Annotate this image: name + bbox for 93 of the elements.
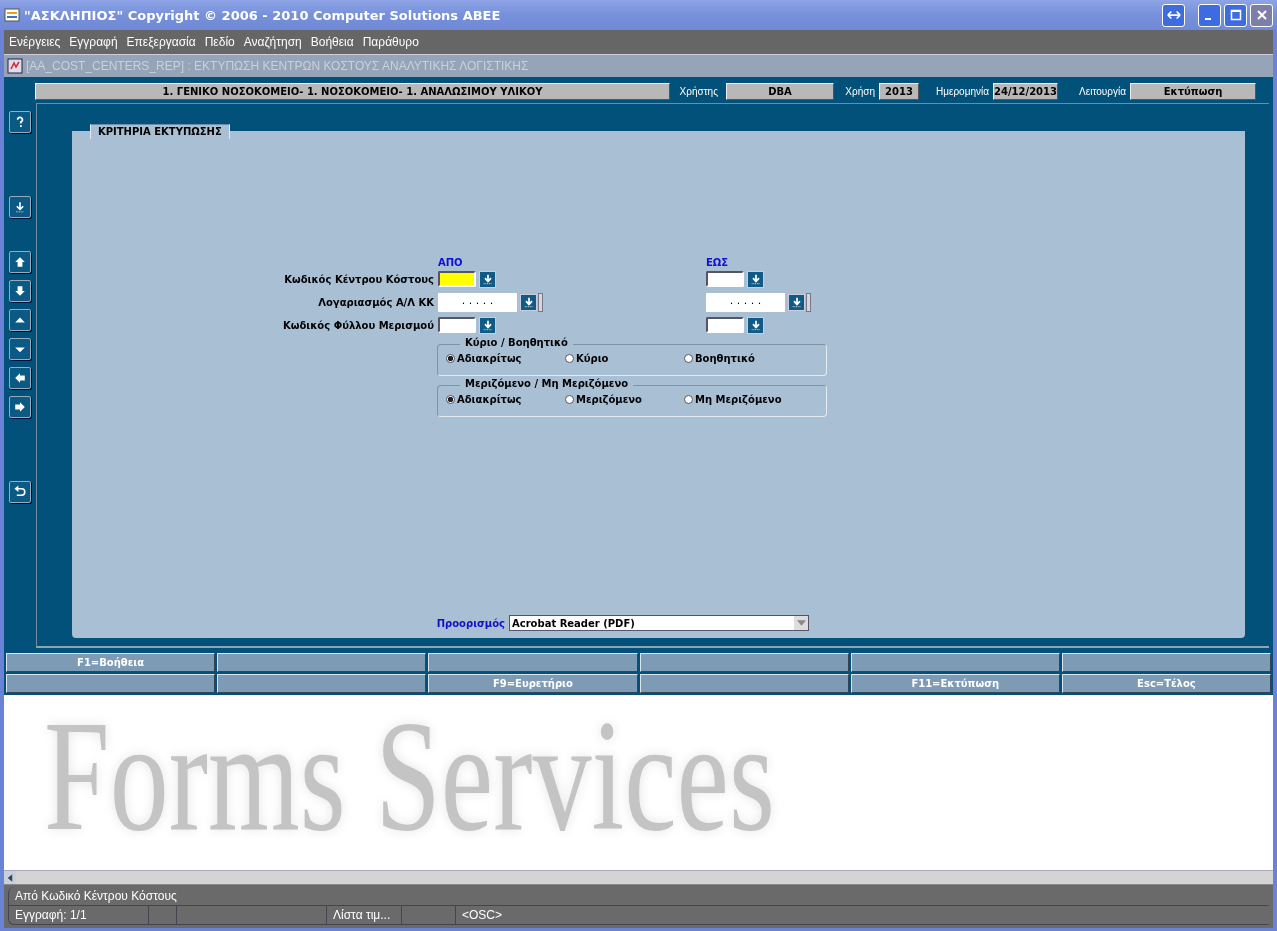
menu-item[interactable]: Βοήθεια	[309, 35, 355, 49]
field-label: Κωδικός Κέντρου Κόστους	[283, 273, 434, 285]
list-button[interactable]	[520, 293, 537, 311]
download-arrow-icon	[481, 319, 494, 331]
download-arrow-icon	[749, 273, 762, 285]
function-key-button[interactable]: F9=Ευρετήριο	[428, 674, 638, 693]
toolbar-button[interactable]	[9, 111, 31, 133]
resize-button[interactable]	[1162, 3, 1185, 27]
menu-item[interactable]: Αναζήτηση	[242, 35, 303, 49]
menu-item[interactable]: Πεδίο	[203, 35, 236, 49]
list-button[interactable]	[747, 270, 764, 288]
dropdown-caret-icon	[796, 620, 806, 626]
blank-key-button[interactable]	[217, 674, 427, 693]
header-field: 24/12/2013	[993, 82, 1058, 100]
list-hint: Λίστα τιμ...	[327, 906, 402, 924]
minimize-icon	[1204, 18, 1211, 20]
radio-option[interactable]: Μεριζόμενο	[565, 394, 684, 405]
scroll-handle[interactable]	[806, 292, 811, 312]
toolbar-button[interactable]	[9, 367, 31, 389]
toolbar-button[interactable]	[9, 481, 31, 503]
list-button[interactable]	[479, 316, 496, 334]
radio-option[interactable]: Βοηθητικό	[684, 353, 803, 364]
group-title: Μεριζόμενο / Μη Μεριζόμενο	[460, 378, 634, 389]
menu-item[interactable]: Παράθυρο	[361, 35, 420, 49]
menu-item[interactable]: Επεξεργασία	[125, 35, 197, 49]
radio-option[interactable]: Αδιακρίτως	[446, 353, 565, 364]
radio-option[interactable]: Κύριο	[565, 353, 684, 364]
menu-item[interactable]: Ενέργειες	[8, 35, 62, 49]
close-icon	[1255, 9, 1268, 21]
blank-key-button[interactable]	[6, 674, 216, 693]
window-title: "ΑΣΚΛΗΠΙΟΣ" Copyright © 2006 - 2010 Computer Solutions ΑΒΕΕ	[24, 7, 501, 23]
form-icon	[7, 58, 23, 74]
left-triangle-icon	[7, 873, 13, 882]
toolbar-button[interactable]	[9, 309, 31, 331]
scroll-handle[interactable]	[538, 292, 543, 312]
app-icon	[4, 7, 20, 23]
field-label: Χρήστης	[678, 85, 719, 97]
column-heading: ΕΩΣ	[706, 257, 730, 268]
blank-key-button[interactable]	[428, 653, 638, 672]
blank-key-button[interactable]	[217, 653, 427, 672]
list-button[interactable]	[788, 293, 805, 311]
maximize-icon	[1229, 9, 1242, 21]
input-field[interactable]: . . . . .	[438, 292, 517, 312]
scroll-left-button[interactable]	[4, 871, 16, 884]
function-key-button[interactable]: F1=Βοήθεια	[6, 653, 216, 672]
blank-key-button[interactable]	[850, 653, 1060, 672]
horizontal-scrollbar[interactable]	[4, 870, 1273, 884]
input-field[interactable]	[706, 271, 744, 287]
criteria-tab[interactable]: ΚΡΙΤΗΡΙΑ ΕΚΤΥΠΩΣΗΣ	[90, 124, 230, 139]
download-arrow-icon	[522, 296, 535, 308]
blank-key-button[interactable]	[639, 653, 849, 672]
field-label: Λογαριασμός Α/Λ ΚΚ	[317, 296, 434, 308]
input-field[interactable]	[706, 317, 744, 333]
list-button[interactable]	[479, 270, 496, 288]
input-field[interactable]: . . . . .	[706, 292, 785, 312]
status-message: Από Κωδικό Κέντρου Κόστους	[8, 887, 1269, 906]
maximize-button[interactable]	[1224, 3, 1247, 27]
field-label: Κωδικός Φύλλου Μερισμού	[282, 319, 434, 331]
field-label: Προορισμός	[435, 617, 505, 629]
destination-dropdown[interactable]: Acrobat Reader (PDF)	[509, 615, 809, 631]
toolbar-button[interactable]	[9, 280, 31, 302]
header-field: 2013	[879, 82, 919, 100]
field-label: Ημερομηνία	[934, 85, 990, 97]
menu-item[interactable]: Εγγραφή	[68, 35, 119, 49]
close-button[interactable]	[1250, 3, 1273, 27]
record-counter: Εγγραφή: 1/1	[9, 906, 149, 924]
input-field[interactable]	[438, 271, 476, 287]
organization-field: 1. ΓΕΝΙΚΟ ΝΟΣΟΚΟΜΕΙΟ- 1. ΝΟΣΟΚΟΜΕΙΟ- 1. ΑΝΑΛΩΣΙΜΟΥ ΥΛΙΚΟΥ	[35, 82, 670, 100]
column-heading: ΑΠΟ	[438, 257, 464, 268]
header-field: DBA	[726, 82, 834, 100]
radio-option[interactable]: Αδιακρίτως	[446, 394, 565, 405]
mode-indicator: <OSC>	[461, 907, 504, 924]
field-label: Χρήση	[844, 85, 876, 97]
double-arrow-icon	[1166, 10, 1181, 20]
toolbar-button[interactable]	[9, 196, 31, 218]
header-field: Εκτύπωση	[1130, 82, 1256, 100]
input-field[interactable]	[438, 317, 476, 333]
field-label: Λειτουργία	[1078, 85, 1127, 97]
list-button[interactable]	[747, 316, 764, 334]
background-logo: Forms Services	[44, 695, 775, 867]
download-arrow-icon	[749, 319, 762, 331]
toolbar-button[interactable]	[9, 251, 31, 273]
download-arrow-icon	[481, 273, 494, 285]
download-arrow-icon	[790, 296, 803, 308]
function-key-button[interactable]: F11=Εκτύπωση	[850, 674, 1060, 693]
blank-key-button[interactable]	[639, 674, 849, 693]
minimize-button[interactable]	[1198, 3, 1221, 27]
blank-key-button[interactable]	[1061, 653, 1271, 672]
toolbar-button[interactable]	[9, 396, 31, 418]
radio-option[interactable]: Μη Μεριζόμενο	[684, 394, 803, 405]
function-key-button[interactable]: Esc=Τέλος	[1061, 674, 1271, 693]
toolbar-button[interactable]	[9, 338, 31, 360]
group-title: Κύριο / Βοηθητικό	[460, 337, 573, 348]
